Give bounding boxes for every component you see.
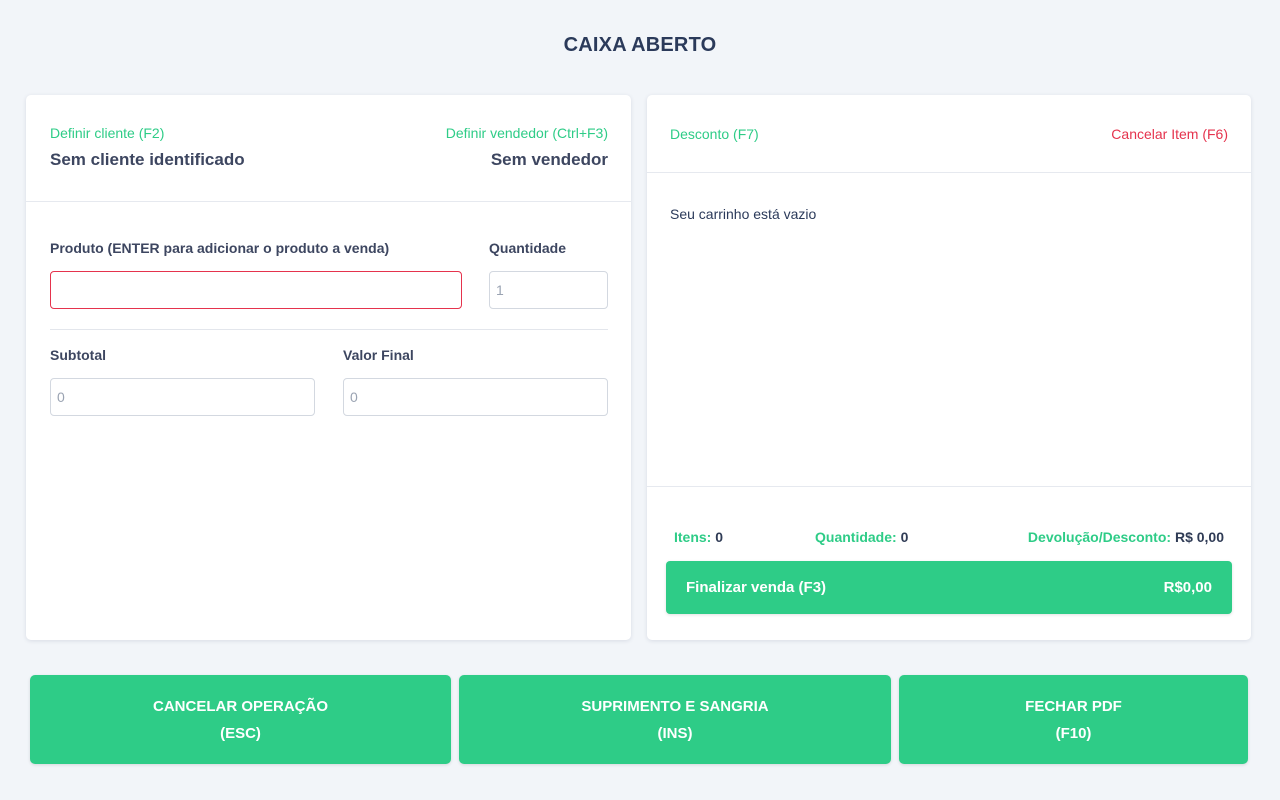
discount-total: Devolução/Desconto: R$ 0,00 xyxy=(1028,529,1224,545)
quantity-input[interactable]: 1 xyxy=(489,271,608,309)
seller-value: Sem vendedor xyxy=(490,150,608,169)
client-value: Sem cliente identificado xyxy=(50,150,245,169)
empty-cart-message: Seu carrinho está vazio xyxy=(670,206,817,222)
page-title: CAIXA ABERTO xyxy=(563,34,717,56)
items-value: 0 xyxy=(715,529,724,545)
cart-footer-divider xyxy=(647,486,1251,487)
customer-seller-header: Definir cliente (F2) Sem cliente identif… xyxy=(26,95,631,202)
close-pdf-label: FECHAR PDF xyxy=(1025,697,1122,715)
finish-sale-amount: R$0,00 xyxy=(1163,579,1212,596)
finish-sale-button[interactable]: Finalizar venda (F3) R$0,00 xyxy=(666,561,1232,614)
cancel-operation-shortcut: (ESC) xyxy=(220,724,261,742)
sale-entry-panel: Definir cliente (F2) Sem cliente identif… xyxy=(26,95,631,640)
divider xyxy=(50,329,608,330)
items-label: Itens: xyxy=(674,529,712,545)
quantity-count-value: 0 xyxy=(900,529,909,545)
items-count: Itens: 0 xyxy=(674,529,723,545)
supply-withdrawal-shortcut: (INS) xyxy=(657,724,693,742)
subtotal-input[interactable]: 0 xyxy=(50,378,315,416)
cart-panel: Desconto (F7) Cancelar Item (F6) Seu car… xyxy=(647,95,1251,640)
client-block: Definir cliente (F2) Sem cliente identif… xyxy=(50,125,245,170)
supply-withdrawal-button[interactable]: SUPRIMENTO E SANGRIA (INS) xyxy=(459,675,891,764)
close-pdf-shortcut: (F10) xyxy=(1055,724,1092,742)
discount-link[interactable]: Desconto (F7) xyxy=(670,126,759,142)
discount-total-value: R$ 0,00 xyxy=(1174,529,1224,545)
subtotal-label: Subtotal xyxy=(50,347,106,363)
supply-withdrawal-label: SUPRIMENTO E SANGRIA xyxy=(581,697,769,715)
cancel-item-link[interactable]: Cancelar Item (F6) xyxy=(1111,126,1228,142)
close-pdf-button[interactable]: FECHAR PDF (F10) xyxy=(899,675,1248,764)
discount-total-label: Devolução/Desconto: xyxy=(1027,529,1172,545)
quantity-label: Quantidade xyxy=(489,240,567,256)
product-input[interactable] xyxy=(50,271,462,309)
seller-block: Definir vendedor (Ctrl+F3) Sem vendedor xyxy=(446,125,608,170)
final-value-label: Valor Final xyxy=(343,347,414,363)
product-label: Produto (ENTER para adicionar o produto … xyxy=(50,240,390,256)
define-client-link[interactable]: Definir cliente (F2) xyxy=(50,125,245,141)
cancel-operation-label: CANCELAR OPERAÇÃO xyxy=(152,697,328,715)
define-seller-link[interactable]: Definir vendedor (Ctrl+F3) xyxy=(446,125,608,141)
pos-screen: CAIXA ABERTO Definir cliente (F2) Sem cl… xyxy=(0,0,1280,800)
cart-header: Desconto (F7) Cancelar Item (F6) xyxy=(647,95,1251,173)
quantity-count-label: Quantidade: xyxy=(815,529,897,545)
cancel-operation-button[interactable]: CANCELAR OPERAÇÃO (ESC) xyxy=(30,675,451,764)
quantity-count: Quantidade: 0 xyxy=(815,529,908,545)
finish-sale-label: Finalizar venda (F3) xyxy=(686,579,827,596)
final-value-input[interactable]: 0 xyxy=(343,378,608,416)
